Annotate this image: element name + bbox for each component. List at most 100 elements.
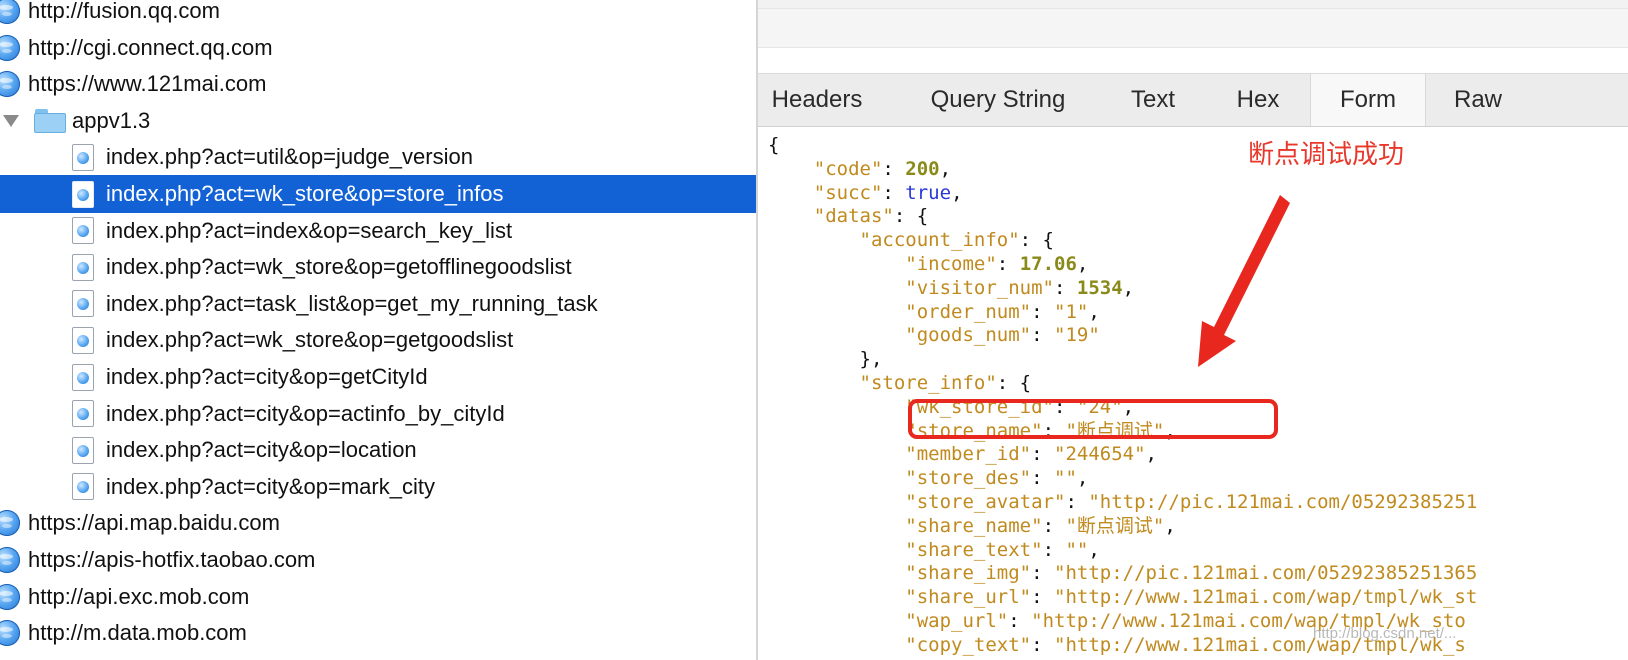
document-icon	[72, 143, 94, 171]
json-val-member-id: "244654"	[1054, 443, 1146, 466]
tree-row-label: index.php?act=city&op=location	[106, 437, 417, 463]
folder-icon	[34, 108, 66, 133]
json-val-succ: true	[905, 181, 952, 204]
tree-request-row[interactable]: index.php?act=task_list&op=get_my_runnin…	[0, 285, 758, 323]
document-icon	[72, 180, 94, 208]
tree-request-row[interactable]: index.php?act=wk_store&op=getgoodslist	[0, 321, 758, 359]
json-key-share-img: "share_img"	[905, 562, 1032, 585]
json-key-share-url: "share_url"	[905, 586, 1032, 609]
tab-hex[interactable]: Hex	[1218, 74, 1298, 126]
tree-host-row[interactable]: https://api.map.baidu.com	[0, 504, 758, 542]
annotation-note: 断点调试成功	[1248, 139, 1405, 169]
tree-row-label: http://m.data.mob.com	[28, 620, 247, 646]
json-response-body: { "code": 200, "succ": true, "datas": { …	[768, 134, 1478, 656]
tree-host-row[interactable]: http://m.data.mob.com	[0, 614, 758, 652]
document-icon	[72, 473, 94, 501]
json-key-visitor-num: "visitor_num"	[905, 276, 1054, 299]
json-key-succ: "succ"	[813, 181, 883, 204]
annotation-highlight-box	[908, 399, 1278, 439]
json-open-brace: {	[768, 134, 780, 156]
tree-row-label: https://apis-hotfix.taobao.com	[28, 547, 316, 572]
tree-host-row[interactable]: http://cgi.connect.qq.com	[0, 29, 758, 67]
inspector-tabbar: Headers Query String Text Hex Form Raw	[758, 73, 1628, 127]
tab-query-string[interactable]: Query String	[908, 74, 1088, 126]
tree-row-label: index.php?act=wk_store&op=store_infos	[106, 181, 504, 206]
disclosure-triangle-icon[interactable]	[3, 114, 19, 127]
tree-request-row[interactable]: index.php?act=index&op=search_key_list	[0, 212, 758, 250]
tree-request-row[interactable]: index.php?act=wk_store&op=getofflinegood…	[0, 248, 758, 286]
json-val-code: 200	[905, 157, 940, 180]
tree-row-label: index.php?act=wk_store&op=getofflinegood…	[106, 254, 572, 280]
tree-host-row[interactable]: https://www.121mai.com	[0, 65, 758, 103]
tree-row-label: https://api.map.baidu.com	[28, 510, 280, 536]
response-header-area	[758, 8, 1628, 48]
globe-icon	[0, 71, 20, 98]
tree-row-label: index.php?act=city&op=getCityId	[106, 364, 428, 389]
json-key-store-info: "store_info"	[859, 371, 997, 394]
json-key-copy-text: "copy_text"	[905, 633, 1032, 656]
request-tree: http://fusion.qq.com http://cgi.connect.q…	[0, 0, 758, 660]
json-key-code: "code"	[813, 157, 883, 180]
json-val-share-name: "断点调试"	[1065, 514, 1165, 537]
json-key-store-avatar: "store_avatar"	[905, 490, 1066, 513]
tree-row-label: http://fusion.qq.com	[28, 0, 220, 23]
json-key-share-name: "share_name"	[905, 514, 1043, 537]
globe-icon	[0, 620, 20, 647]
tree-host-row[interactable]: http://fusion.qq.com	[0, 0, 758, 30]
tree-request-row[interactable]: index.php?act=city&op=location	[0, 431, 758, 469]
tree-row-label: index.php?act=city&op=mark_city	[106, 473, 435, 499]
tree-request-row[interactable]: index.php?act=city&op=actinfo_by_cityId	[0, 395, 758, 433]
json-val-share-text: ""	[1065, 538, 1089, 561]
json-val-visitor-num: 1534	[1076, 276, 1123, 299]
json-key-account-info: "account_info"	[859, 229, 1020, 252]
globe-icon	[0, 510, 20, 537]
document-icon	[72, 253, 94, 281]
json-key-store-des: "store_des"	[905, 467, 1032, 490]
tree-request-row[interactable]: index.php?act=util&op=judge_version	[0, 138, 758, 176]
json-key-wap-url: "wap_url"	[905, 609, 1009, 632]
json-key-member-id: "member_id"	[905, 443, 1032, 466]
globe-icon	[0, 547, 20, 573]
tree-row-label: http://cgi.connect.qq.com	[28, 34, 273, 60]
document-icon	[72, 290, 94, 318]
json-val-share-url: "http://www.121mai.com/wap/tmpl/wk_st	[1054, 586, 1478, 609]
document-icon	[72, 363, 94, 391]
tree-row-label: appv1.3	[72, 107, 151, 133]
tree-folder-row[interactable]: appv1.3	[0, 102, 758, 140]
tree-host-row[interactable]: https://apis-hotfix.taobao.com	[0, 541, 758, 579]
json-key-goods-num: "goods_num"	[905, 324, 1032, 347]
json-val-income: 17.06	[1019, 252, 1077, 275]
json-key-order-num: "order_num"	[905, 300, 1032, 323]
json-key-share-text: "share_text"	[905, 538, 1043, 561]
json-val-share-img: "http://pic.121mai.com/05292385251365	[1054, 562, 1478, 585]
inspector-panel: Headers Query String Text Hex Form Raw {…	[758, 0, 1628, 660]
tree-request-row[interactable]: index.php?act=city&op=getCityId	[0, 358, 758, 396]
json-val-store-avatar: "http://pic.121mai.com/05292385251	[1088, 490, 1478, 513]
tab-raw[interactable]: Raw	[1434, 74, 1522, 126]
json-key-income: "income"	[905, 252, 997, 275]
tree-host-row[interactable]: http://api.exc.mob.com	[0, 578, 758, 616]
tree-row-label: index.php?act=wk_store&op=getgoodslist	[106, 327, 514, 353]
json-close-object: },	[859, 348, 883, 371]
tab-form[interactable]: Form	[1310, 74, 1426, 126]
globe-icon	[0, 0, 20, 24]
tab-text[interactable]: Text	[1113, 74, 1193, 126]
tab-headers[interactable]: Headers	[758, 74, 876, 126]
tree-request-row[interactable]: index.php?act=wk_store&op=store_infos	[0, 175, 758, 213]
tree-row-label: index.php?act=index&op=search_key_list	[106, 217, 513, 243]
json-key-datas: "datas"	[813, 205, 894, 228]
json-val-order-num: "1"	[1054, 300, 1089, 323]
document-icon	[72, 400, 94, 428]
annotation-arrow-icon	[1198, 195, 1290, 367]
watermark: http://blog.csdn.net/...	[1313, 625, 1457, 642]
tree-row-label: https://www.121mai.com	[28, 71, 267, 97]
tree-row-label: index.php?act=util&op=judge_version	[106, 144, 473, 170]
globe-icon	[0, 583, 20, 610]
json-val-store-des: ""	[1054, 467, 1077, 490]
tree-row-label: http://api.exc.mob.com	[28, 583, 250, 609]
toolbar-strip	[758, 0, 1628, 8]
document-icon	[72, 217, 94, 245]
document-icon	[72, 436, 94, 464]
tree-request-row[interactable]: index.php?act=city&op=mark_city	[0, 468, 758, 506]
globe-icon	[0, 34, 20, 61]
